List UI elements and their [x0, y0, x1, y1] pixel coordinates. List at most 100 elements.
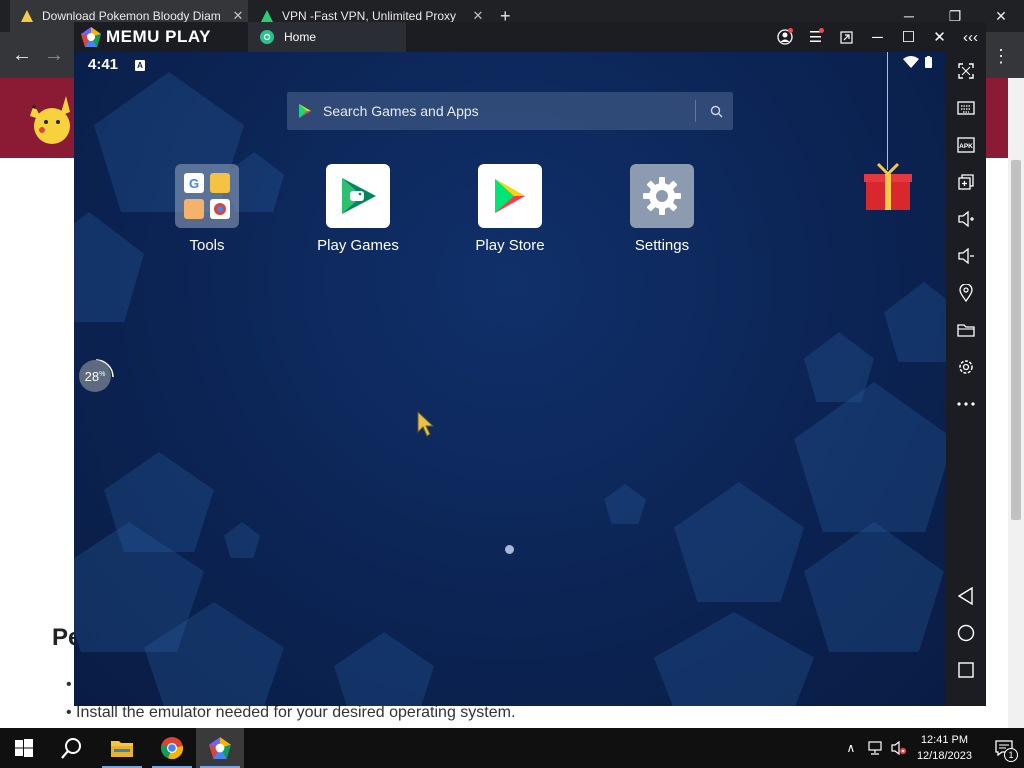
file-explorer-button[interactable]: [98, 728, 146, 768]
windows-taskbar: ∧ 12:41 PM 12/18/2023 1: [0, 728, 1024, 768]
memu-title-bar: MEMU PLAY Home ☰ ─ ☐ ✕ ‹‹‹: [74, 22, 986, 52]
background-pentagon: [674, 482, 804, 602]
memu-logo-icon: [81, 27, 101, 47]
show-hidden-icons-icon[interactable]: ∧: [839, 741, 863, 755]
fullscreen-icon[interactable]: [946, 56, 986, 86]
multi-window-icon[interactable]: [946, 167, 986, 197]
pikachu-image: [30, 96, 70, 144]
app-play-games[interactable]: Play Games: [298, 164, 418, 254]
folder-icon: [111, 741, 133, 757]
settings-gear-icon: [630, 164, 694, 228]
play-games-icon: [326, 164, 390, 228]
back-arrow-icon[interactable]: ←: [12, 44, 32, 67]
back-icon[interactable]: [946, 581, 986, 611]
volume-up-icon[interactable]: [946, 204, 986, 234]
web-bullet-item: • Install the emulator needed for your d…: [66, 704, 516, 721]
keyboard-icon[interactable]: [946, 93, 986, 123]
account-icon[interactable]: [769, 22, 800, 52]
android-home-screen: 4:41 A Search Games and Apps G Tools Pla…: [74, 52, 946, 706]
network-icon[interactable]: [863, 741, 887, 755]
memu-taskbar-button[interactable]: [196, 728, 244, 768]
memu-icon: [209, 737, 231, 759]
taskbar-search-button[interactable]: [48, 728, 96, 768]
browser-tab-title: VPN -Fast VPN, Unlimited Proxy: [282, 9, 457, 23]
gift-string: [887, 52, 888, 170]
app-tools[interactable]: G Tools: [147, 164, 267, 254]
search-icon[interactable]: [710, 105, 723, 118]
notification-count-badge: 1: [1004, 748, 1018, 762]
app-play-store[interactable]: Play Store: [450, 164, 570, 254]
minimize-icon[interactable]: ─: [862, 22, 893, 52]
web-scrollbar-thumb[interactable]: [1011, 160, 1021, 520]
location-icon[interactable]: [946, 278, 986, 308]
notification-center-icon[interactable]: 1: [984, 740, 1024, 762]
system-tray: ∧ 12:41 PM 12/18/2023 1: [839, 728, 1024, 768]
status-time: 4:41: [88, 56, 119, 73]
home-tab-label: Home: [284, 30, 317, 44]
folder-icon[interactable]: [946, 315, 986, 345]
home-icon[interactable]: [946, 618, 986, 648]
recents-icon[interactable]: [946, 655, 986, 685]
loading-progress: 28%: [77, 358, 115, 396]
browser-menu-icon[interactable]: ⋮: [992, 46, 1010, 67]
apk-icon[interactable]: APK: [946, 130, 986, 160]
restore-window-icon[interactable]: [831, 22, 862, 52]
forward-arrow-icon[interactable]: →: [44, 44, 64, 67]
background-pentagon: [654, 612, 814, 706]
search-placeholder: Search Games and Apps: [323, 103, 479, 119]
home-tab-icon: [260, 30, 274, 44]
status-notification-icon: A: [135, 60, 145, 71]
browser-tab-title: Download Pokemon Bloody Diam: [42, 9, 221, 23]
app-label: Play Games: [317, 237, 399, 254]
tools-folder-icon: G: [175, 164, 239, 228]
gift-icon[interactable]: [864, 162, 912, 212]
svg-text:APK: APK: [959, 143, 973, 150]
chrome-button[interactable]: [148, 728, 196, 768]
battery-icon: [925, 56, 932, 68]
memu-home-tab[interactable]: Home: [248, 22, 406, 52]
background-pentagon: [804, 332, 874, 402]
taskbar-clock[interactable]: 12:41 PM 12/18/2023: [917, 732, 972, 764]
collapse-sidebar-icon[interactable]: ‹‹‹: [955, 22, 986, 52]
clock-time: 12:41 PM: [920, 734, 969, 746]
background-pentagon: [604, 484, 646, 524]
more-icon[interactable]: [946, 389, 986, 419]
background-pentagon: [74, 212, 144, 322]
vpn-favicon-icon: [260, 9, 274, 23]
page-indicator-dot: [505, 545, 514, 554]
clock-date: 12/18/2023: [916, 750, 972, 762]
progress-value: 28%: [79, 360, 111, 392]
background-pentagon: [334, 632, 434, 706]
close-icon[interactable]: ✕: [924, 22, 955, 52]
volume-muted-icon[interactable]: [887, 741, 911, 755]
background-pentagon: [224, 522, 260, 558]
volume-down-icon[interactable]: [946, 241, 986, 271]
chrome-icon: [161, 737, 183, 760]
background-pentagon: [884, 282, 946, 362]
memu-sidebar: APK: [946, 52, 986, 706]
app-label: Tools: [189, 237, 225, 254]
app-label: Settings: [634, 237, 690, 254]
search-bar[interactable]: Search Games and Apps: [287, 92, 733, 130]
menu-icon[interactable]: ☰: [800, 22, 831, 52]
app-label: Play Store: [475, 237, 545, 254]
play-store-icon: [299, 104, 311, 118]
web-bullet-item: •: [66, 676, 72, 693]
search-divider: [695, 100, 696, 122]
memu-window-controls: ☰ ─ ☐ ✕ ‹‹‹: [769, 22, 986, 52]
background-pentagon: [794, 382, 946, 532]
windows-logo-icon: [15, 739, 33, 757]
memu-brand-text: MEMU PLAY: [106, 27, 211, 46]
status-icons: [903, 56, 932, 68]
settings-icon[interactable]: [946, 352, 986, 382]
app-settings[interactable]: Settings: [602, 164, 722, 254]
play-store-app-icon: [478, 164, 542, 228]
search-icon: [61, 738, 81, 759]
start-button[interactable]: [0, 728, 48, 768]
svg-text:G: G: [189, 176, 199, 191]
background-pentagon: [804, 522, 944, 652]
maximize-icon[interactable]: ☐: [893, 22, 924, 52]
memu-window: MEMU PLAY Home ☰ ─ ☐ ✕ ‹‹‹ 4:41 A Search…: [74, 22, 986, 706]
memu-logo: MEMU PLAY: [80, 26, 211, 48]
mouse-cursor-icon: [417, 410, 435, 437]
